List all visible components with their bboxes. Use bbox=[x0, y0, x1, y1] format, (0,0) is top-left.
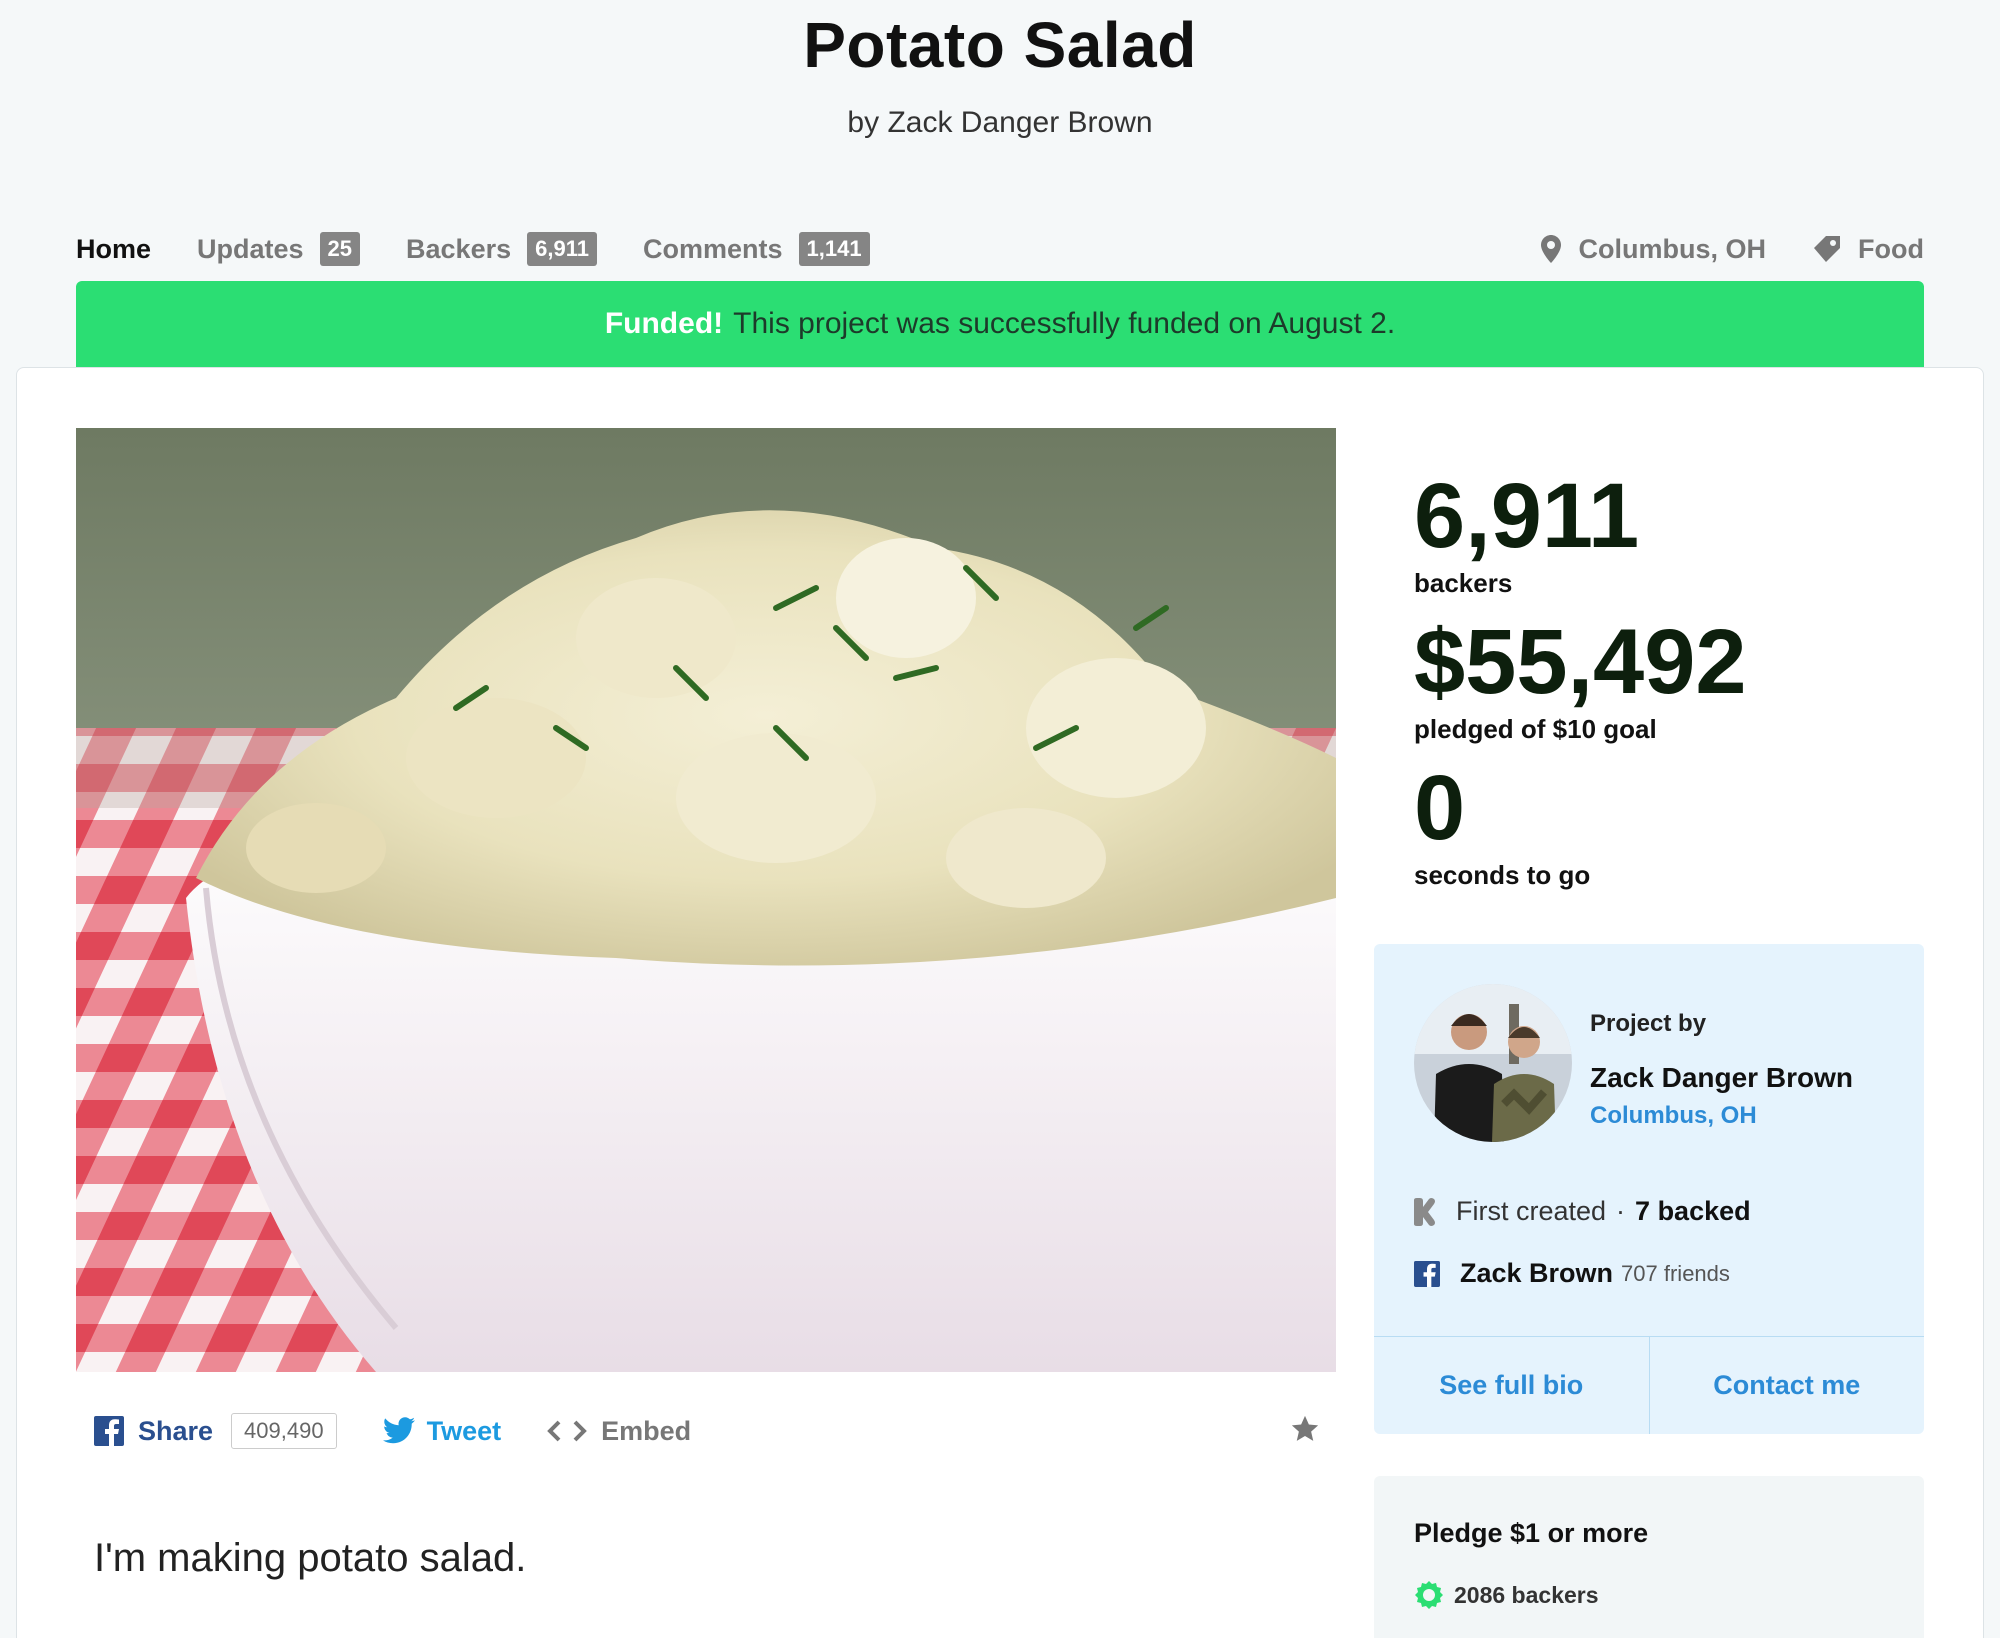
backers-count: 6,911 bbox=[1414, 465, 1640, 567]
location-pin-icon bbox=[1540, 235, 1561, 263]
facebook-share-button[interactable]: Share 409,490 bbox=[94, 1413, 337, 1449]
location-link[interactable]: Columbus, OH bbox=[1540, 233, 1767, 265]
backers-stat: 6,911 bbox=[1414, 470, 1639, 562]
category-link[interactable]: Food bbox=[1812, 234, 1924, 265]
project-by-label: Project by bbox=[1590, 1010, 1707, 1037]
potato-salad-image bbox=[76, 428, 1336, 1372]
backed-count[interactable]: 7 backed bbox=[1635, 1196, 1751, 1227]
see-full-bio-button[interactable]: See full bio bbox=[1374, 1337, 1649, 1434]
tweet-button[interactable]: Tweet bbox=[382, 1415, 502, 1447]
location-label: Columbus, OH bbox=[1578, 233, 1767, 264]
share-count: 409,490 bbox=[231, 1413, 337, 1449]
pledged-amount: $55,492 bbox=[1414, 611, 1747, 713]
creator-actions: See full bio Contact me bbox=[1374, 1336, 1924, 1434]
pledged-stat: $55,492 bbox=[1414, 616, 1747, 708]
first-created-label: First created bbox=[1456, 1196, 1607, 1226]
tab-updates[interactable]: Updates 25 bbox=[197, 232, 361, 266]
reward-title: Pledge $1 or more bbox=[1414, 1518, 1649, 1548]
embed-label: Embed bbox=[601, 1415, 692, 1446]
project-nav: Home Updates 25 Backers 6,911 Comments 1… bbox=[76, 228, 916, 270]
creator-card: Project by Zack Danger Brown Columbus, O… bbox=[1374, 944, 1924, 1434]
project-video-thumbnail[interactable] bbox=[76, 428, 1336, 1372]
embed-icon bbox=[547, 1420, 587, 1442]
project-meta: Columbus, OH Food bbox=[1495, 228, 1924, 270]
backers-count-badge: 6,911 bbox=[527, 232, 597, 266]
creator-facebook: Zack Brown 707 friends bbox=[1414, 1258, 1730, 1289]
funded-label: Funded! bbox=[604, 307, 724, 340]
reward-backers-count: 2086 backers bbox=[1454, 1581, 1599, 1608]
facebook-icon bbox=[1414, 1260, 1440, 1287]
project-description: I'm making potato salad. bbox=[94, 1536, 527, 1580]
tab-backers[interactable]: Backers 6,911 bbox=[406, 232, 597, 266]
reward-badge-icon bbox=[1415, 1581, 1443, 1609]
share-label: Share bbox=[138, 1415, 214, 1446]
tab-home-label: Home bbox=[76, 233, 152, 264]
tweet-label: Tweet bbox=[426, 1415, 502, 1446]
reward-backers: 2086 backers bbox=[1414, 1580, 1599, 1610]
time-stat: 0 bbox=[1414, 762, 1465, 854]
tab-updates-label: Updates bbox=[197, 233, 304, 264]
tab-comments-label: Comments bbox=[642, 233, 783, 264]
creator-photo bbox=[1414, 984, 1572, 1142]
reward-card[interactable]: Pledge $1 or more 2086 backers bbox=[1374, 1476, 1924, 1638]
creator-history: First created · 7 backed bbox=[1414, 1196, 1751, 1227]
creator-location[interactable]: Columbus, OH bbox=[1590, 1102, 1757, 1130]
backers-stat-label: backers bbox=[1414, 568, 1512, 599]
avatar[interactable] bbox=[1414, 984, 1572, 1142]
pledged-stat-label: pledged of $10 goal bbox=[1414, 714, 1657, 745]
twitter-icon bbox=[382, 1417, 415, 1444]
time-remaining: 0 bbox=[1414, 757, 1466, 859]
tab-comments[interactable]: Comments 1,141 bbox=[643, 232, 870, 266]
creator-name[interactable]: Zack Danger Brown bbox=[1590, 1062, 1853, 1094]
kickstarter-icon bbox=[1414, 1197, 1435, 1226]
tab-home[interactable]: Home bbox=[76, 234, 151, 265]
facebook-name: Zack Brown bbox=[1460, 1258, 1614, 1288]
star-icon[interactable] bbox=[1290, 1414, 1320, 1444]
comments-count-badge: 1,141 bbox=[798, 232, 870, 266]
backers-label: backers bbox=[1414, 568, 1513, 598]
facebook-friends: 707 friends bbox=[1621, 1260, 1730, 1286]
updates-count-badge: 25 bbox=[319, 232, 361, 266]
contact-me-button[interactable]: Contact me bbox=[1648, 1337, 1925, 1434]
history-separator: · bbox=[1616, 1196, 1626, 1226]
time-stat-label: seconds to go bbox=[1414, 860, 1590, 891]
category-label: Food bbox=[1858, 233, 1924, 264]
tab-backers-label: Backers bbox=[406, 233, 512, 264]
time-label: seconds to go bbox=[1414, 860, 1591, 890]
pledged-label: pledged of $10 goal bbox=[1414, 714, 1657, 744]
funded-banner: Funded! This project was successfully fu… bbox=[76, 281, 1924, 367]
embed-button[interactable]: Embed bbox=[547, 1416, 691, 1447]
funded-message: This project was successfully funded on … bbox=[733, 307, 1396, 340]
share-bar: Share 409,490 Tweet Embed bbox=[94, 1408, 1320, 1454]
tag-icon bbox=[1814, 236, 1841, 262]
project-byline: by Zack Danger Brown bbox=[847, 106, 1153, 139]
project-title: Potato Salad bbox=[803, 9, 1197, 81]
facebook-icon bbox=[94, 1416, 124, 1446]
